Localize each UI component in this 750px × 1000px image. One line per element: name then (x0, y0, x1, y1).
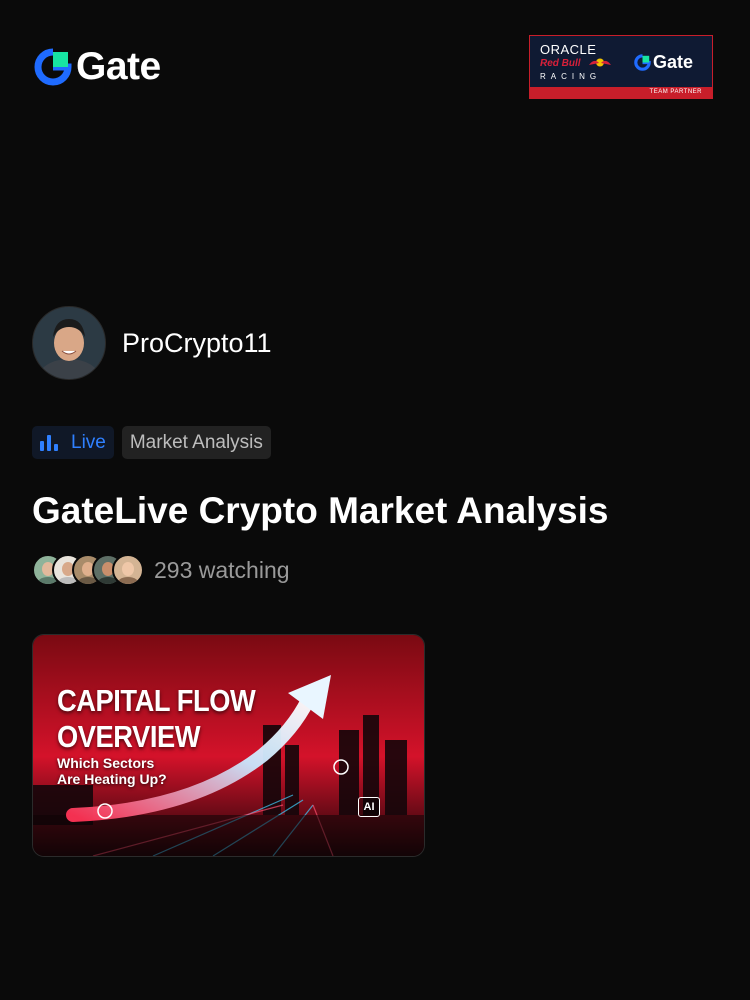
stream-thumbnail[interactable]: CAPITAL FLOW OVERVIEW Which Sectors Are … (32, 634, 425, 857)
gate-small-icon (634, 54, 651, 71)
partner-badge-strip: TEAM PARTNER (530, 87, 712, 98)
partner-badge-redbull: Red Bull (540, 58, 581, 69)
partner-badge-oracle: ORACLE (540, 42, 597, 57)
host-info[interactable]: ProCrypto11 (32, 306, 272, 380)
category-tag-label: Market Analysis (129, 431, 263, 453)
live-bars-icon (40, 434, 61, 451)
stream-tags: Live Market Analysis (32, 426, 271, 459)
host-avatar-image (33, 307, 105, 379)
gate-logo-text: Gate (76, 45, 161, 88)
thumbnail-headline: CAPITAL FLOW OVERVIEW (57, 683, 256, 754)
viewer-avatar (112, 554, 144, 586)
live-badge: Live (32, 426, 114, 459)
stream-title: GateLive Crypto Market Analysis (32, 490, 609, 531)
viewer-avatars (32, 554, 144, 586)
watching-count: 293 watching (154, 556, 290, 583)
partner-badge-gate-text: Gate (653, 52, 694, 72)
gate-logo-icon (34, 48, 72, 85)
host-name[interactable]: ProCrypto11 (122, 328, 272, 359)
viewer-count: 293 watching (32, 554, 290, 586)
live-badge-label: Live (71, 431, 106, 453)
red-bull-icon (589, 58, 611, 67)
partner-badge: ORACLE Red Bull RACING Gate TEAM PARTNER (529, 35, 713, 99)
partner-badge-racing: RACING (540, 72, 602, 81)
ai-badge-icon: AI (358, 797, 380, 817)
partner-badge-strip-text: TEAM PARTNER (649, 89, 702, 95)
host-avatar[interactable] (32, 306, 106, 380)
thumbnail-subheadline: Which Sectors Are Heating Up? (57, 755, 167, 787)
category-tag[interactable]: Market Analysis (121, 426, 271, 459)
gate-logo[interactable]: Gate (34, 47, 161, 86)
